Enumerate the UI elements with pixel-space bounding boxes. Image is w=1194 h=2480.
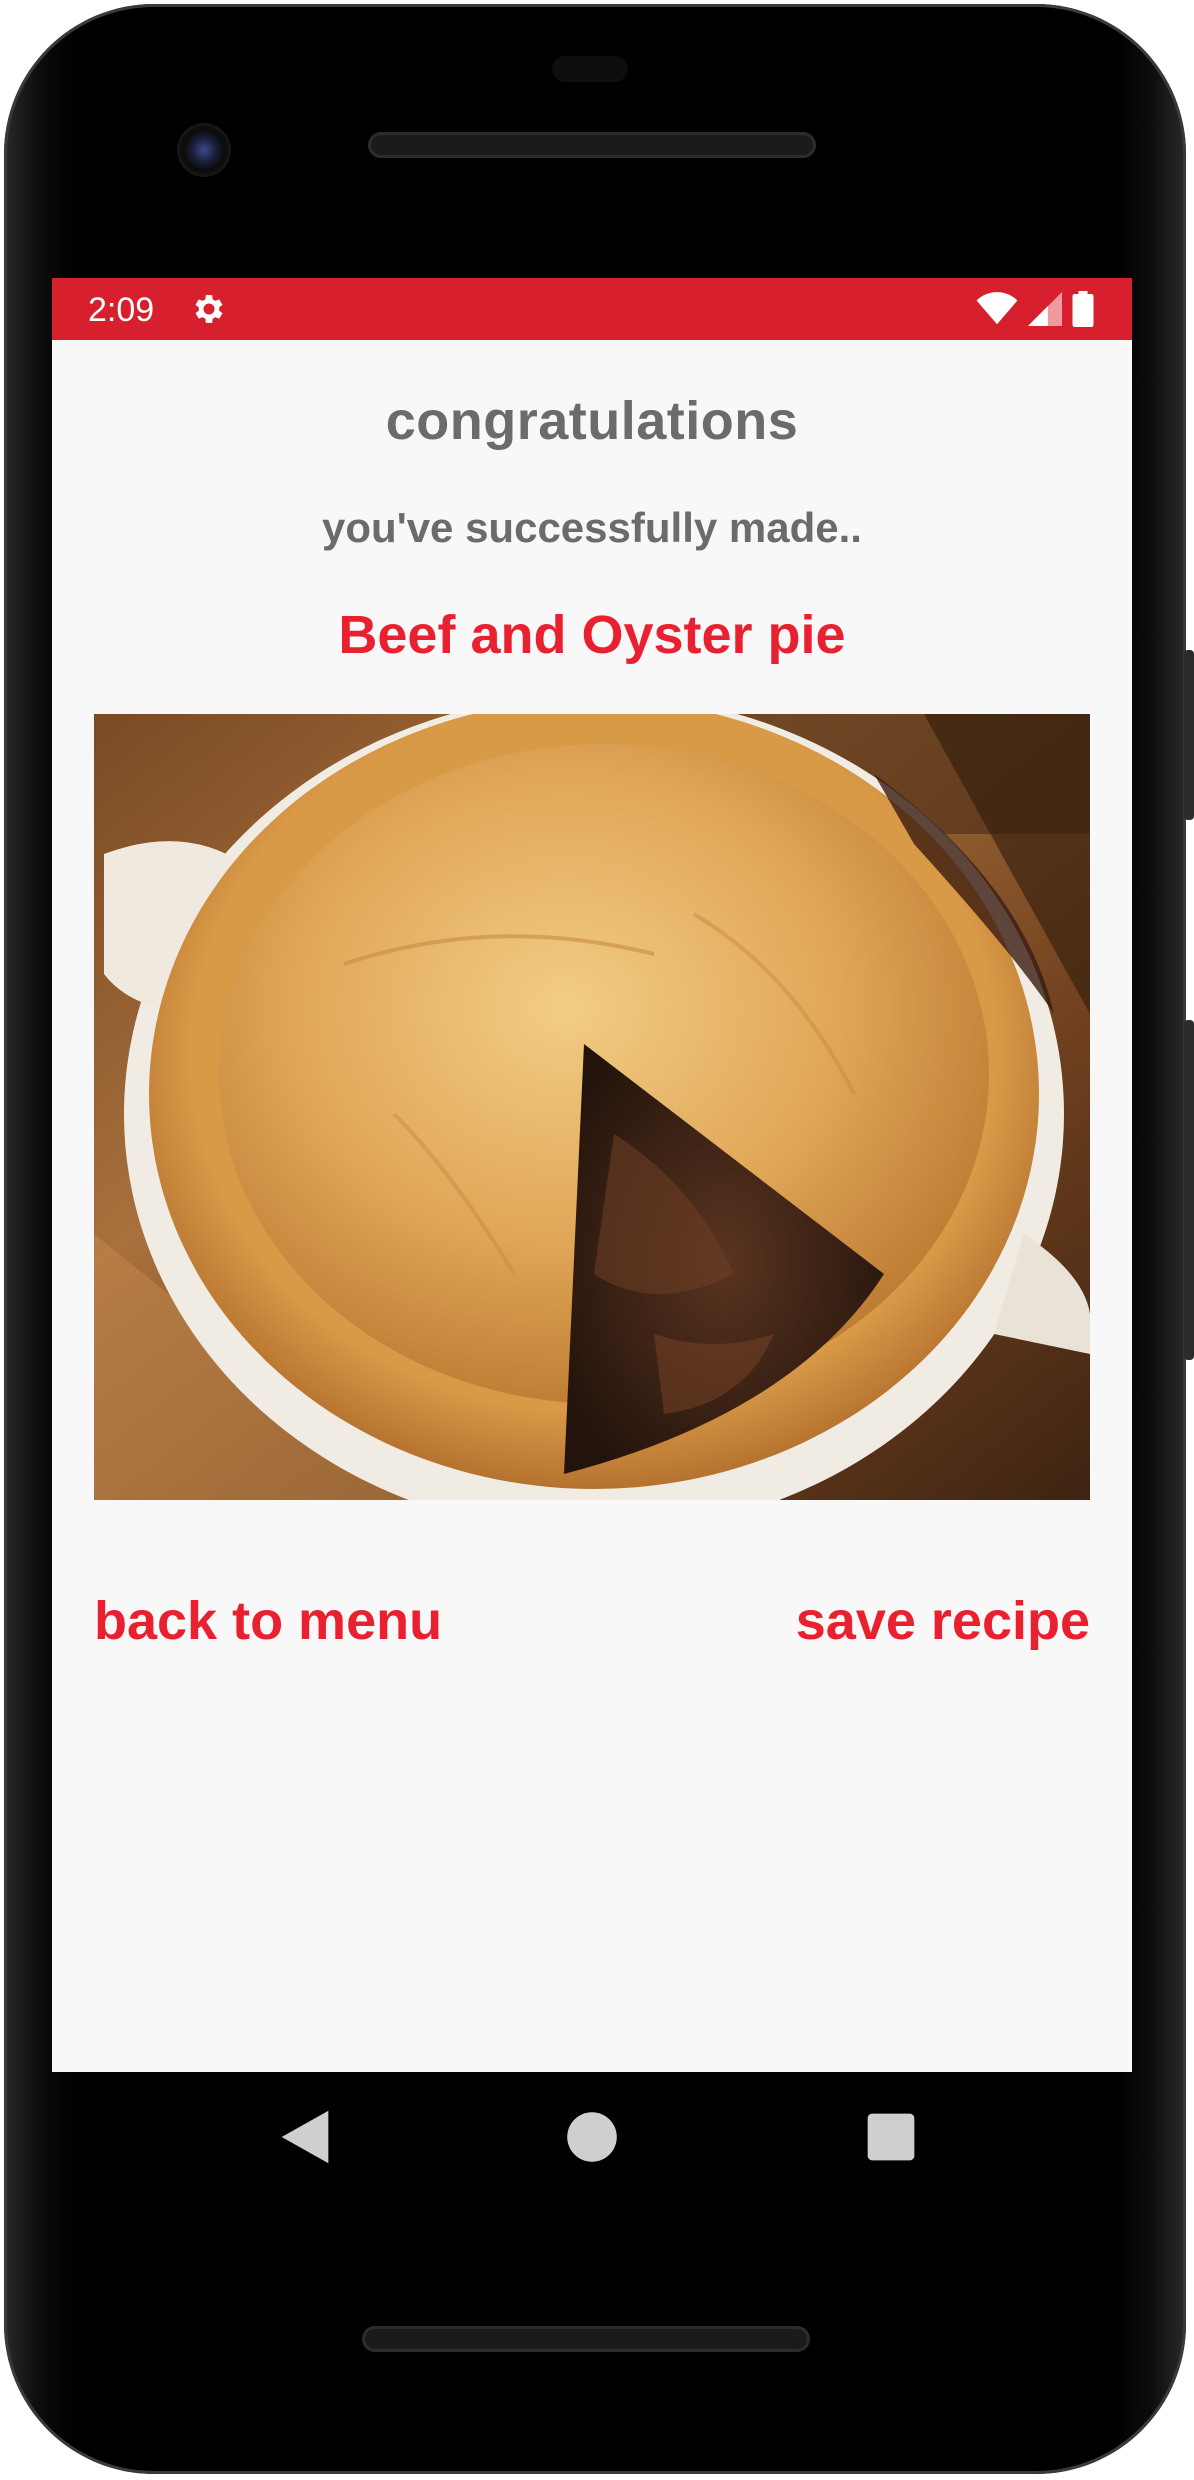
recents-square-icon[interactable] bbox=[856, 2102, 926, 2172]
gear-icon bbox=[195, 295, 223, 323]
recipe-photo bbox=[94, 714, 1090, 1500]
front-camera-icon bbox=[180, 126, 228, 174]
save-recipe-button[interactable]: save recipe bbox=[796, 1590, 1090, 1652]
home-circle-icon[interactable] bbox=[557, 2102, 627, 2172]
back-triangle-icon[interactable] bbox=[270, 2102, 340, 2172]
pie-image bbox=[94, 714, 1090, 1500]
page-subtitle: you've successfully made.. bbox=[322, 504, 862, 551]
back-to-menu-button[interactable]: back to menu bbox=[94, 1590, 442, 1652]
phone-frame: 2:09 congratulations you've successfully bbox=[0, 0, 1194, 2480]
proximity-sensor bbox=[552, 56, 628, 82]
signal-icon bbox=[1028, 292, 1062, 326]
page-title: congratulations bbox=[385, 391, 799, 451]
wifi-icon bbox=[976, 292, 1018, 325]
app-screen: 2:09 congratulations you've successfully bbox=[52, 278, 1132, 2072]
bottom-speaker bbox=[362, 2326, 810, 2352]
battery-icon bbox=[1072, 291, 1094, 327]
recipe-name: Beef and Oyster pie bbox=[338, 605, 846, 665]
status-icons bbox=[976, 290, 1094, 328]
status-time: 2:09 bbox=[88, 291, 155, 329]
volume-button bbox=[1184, 1020, 1194, 1360]
status-bar: 2:09 bbox=[52, 278, 1132, 340]
navigation-bar bbox=[52, 2072, 1132, 2202]
earpiece-speaker bbox=[368, 132, 816, 158]
power-button bbox=[1184, 650, 1194, 820]
